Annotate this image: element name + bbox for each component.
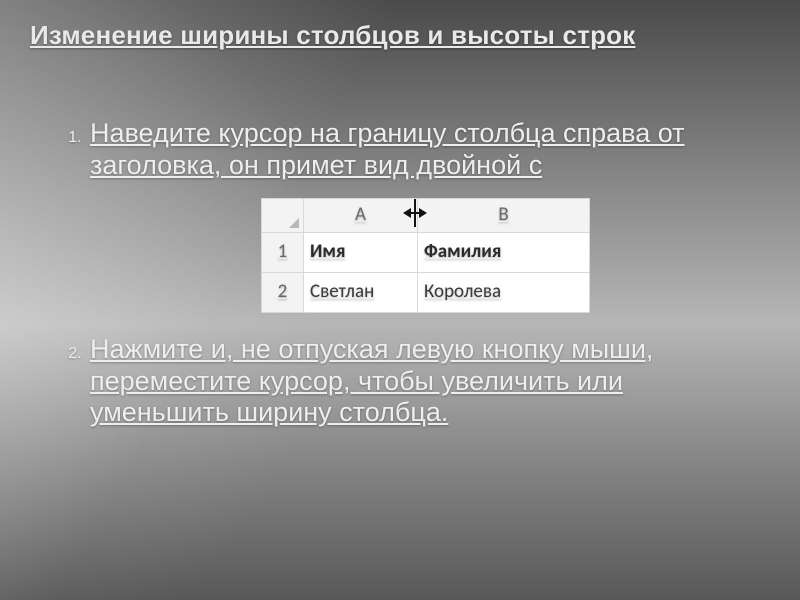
cell-b2: Королева (418, 272, 590, 312)
excel-table: A B 1 Имя Фамилия 2 Светлан Королева (261, 198, 590, 313)
cell-b1: Фамилия (418, 232, 590, 272)
step-1: Наведите курсор на границу столбца справ… (86, 118, 760, 312)
excel-screenshot: A B 1 Имя Фамилия 2 Светлан Королева (261, 198, 589, 312)
slide: Изменение ширины столбцов и высоты строк… (0, 0, 800, 600)
step-2: Нажмите и, не отпуская левую кнопку мыши… (86, 334, 760, 430)
cell-a2: Светлан (304, 272, 418, 312)
col-header-b: B (418, 198, 590, 232)
cell-a1: Имя (304, 232, 418, 272)
row-header-2: 2 (262, 272, 304, 312)
select-all-corner (262, 198, 304, 232)
col-header-a: A (304, 198, 418, 232)
row-header-1: 1 (262, 232, 304, 272)
slide-title: Изменение ширины столбцов и высоты строк (30, 20, 770, 51)
step-2-text: Нажмите и, не отпуская левую кнопку мыши… (90, 334, 653, 428)
step-1-text: Наведите курсор на границу столбца справ… (90, 118, 685, 180)
steps-list: Наведите курсор на границу столбца справ… (50, 118, 760, 451)
